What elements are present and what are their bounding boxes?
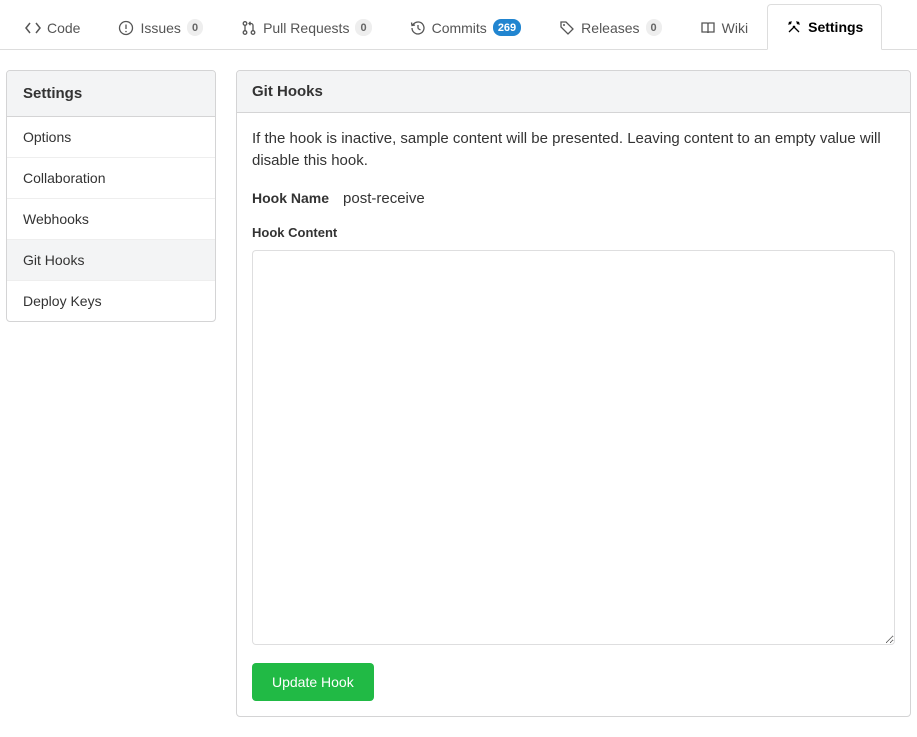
hook-name-value: post-receive: [343, 190, 425, 207]
code-icon: [25, 20, 41, 36]
sidebar-item-webhooks[interactable]: Webhooks: [7, 199, 215, 240]
tab-wiki[interactable]: Wiki: [681, 5, 767, 50]
panel-title: Git Hooks: [237, 71, 910, 113]
sidebar-item-options[interactable]: Options: [7, 117, 215, 158]
settings-sidebar: Settings Options Collaboration Webhooks …: [6, 70, 216, 322]
book-icon: [700, 20, 716, 36]
hook-content-label: Hook Content: [252, 225, 895, 240]
pulls-count-badge: 0: [355, 19, 371, 36]
tab-pulls[interactable]: Pull Requests 0: [222, 4, 391, 50]
tab-settings-label: Settings: [808, 19, 863, 35]
help-text: If the hook is inactive, sample content …: [252, 128, 895, 172]
tab-wiki-label: Wiki: [722, 20, 748, 36]
hook-content-textarea[interactable]: [252, 250, 895, 645]
tab-issues-label: Issues: [140, 20, 180, 36]
commit-history-icon: [410, 20, 426, 36]
sidebar-item-deploykeys[interactable]: Deploy Keys: [7, 281, 215, 321]
update-hook-button[interactable]: Update Hook: [252, 663, 374, 701]
commits-count-badge: 269: [493, 19, 521, 36]
repo-tabs: Code Issues 0 Pull Requests 0 Commits 26…: [0, 0, 917, 50]
git-pull-icon: [241, 20, 257, 36]
tab-settings[interactable]: Settings: [767, 4, 882, 50]
hook-name-row: Hook Name post-receive: [252, 190, 895, 207]
releases-count-badge: 0: [646, 19, 662, 36]
tools-icon: [786, 19, 802, 35]
issues-count-badge: 0: [187, 19, 203, 36]
tab-code[interactable]: Code: [6, 5, 99, 50]
issue-icon: [118, 20, 134, 36]
tab-releases[interactable]: Releases 0: [540, 4, 681, 50]
content-container: Settings Options Collaboration Webhooks …: [0, 50, 917, 737]
tab-commits[interactable]: Commits 269: [391, 4, 541, 50]
tab-commits-label: Commits: [432, 20, 487, 36]
main-panel: Git Hooks If the hook is inactive, sampl…: [236, 70, 911, 717]
panel-body: If the hook is inactive, sample content …: [237, 113, 910, 716]
tab-pulls-label: Pull Requests: [263, 20, 349, 36]
sidebar-item-githooks[interactable]: Git Hooks: [7, 240, 215, 281]
hook-name-label: Hook Name: [252, 190, 329, 206]
tab-releases-label: Releases: [581, 20, 639, 36]
tab-code-label: Code: [47, 20, 80, 36]
tab-issues[interactable]: Issues 0: [99, 4, 222, 50]
sidebar-header: Settings: [7, 71, 215, 117]
tag-icon: [559, 20, 575, 36]
sidebar-item-collaboration[interactable]: Collaboration: [7, 158, 215, 199]
